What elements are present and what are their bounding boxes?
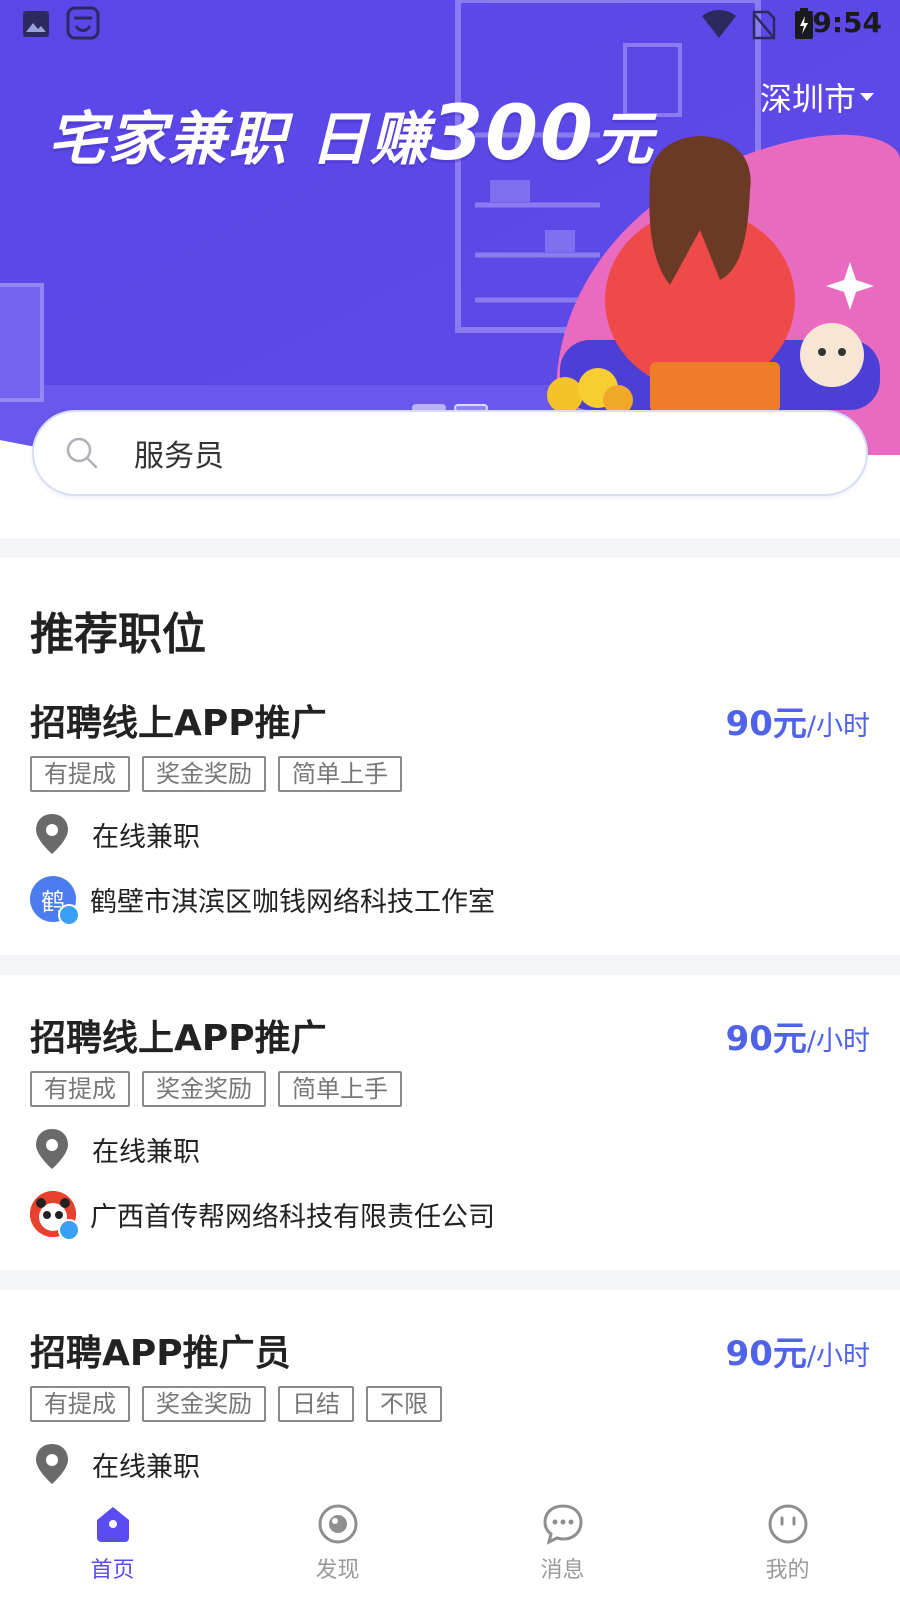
job-tag: 简单上手 bbox=[278, 756, 402, 792]
section-title: 推荐职位 bbox=[30, 609, 206, 660]
chevron-down-icon bbox=[860, 93, 874, 101]
wifi-icon bbox=[702, 10, 736, 38]
job-company[interactable]: 广西首传帮网络科技有限责任公司 bbox=[30, 1191, 495, 1241]
verified-badge-icon bbox=[58, 904, 80, 926]
job-tags: 有提成 奖金奖励 日结 不限 bbox=[30, 1386, 442, 1422]
job-tag: 不限 bbox=[366, 1386, 442, 1422]
banner-illustration bbox=[0, 0, 900, 470]
nav-label-profile: 我的 bbox=[765, 1558, 810, 1583]
status-time: 9:54 bbox=[812, 6, 882, 39]
job-location: 在线兼职 bbox=[30, 1127, 200, 1171]
discover-icon bbox=[318, 1504, 357, 1544]
city-label: 深圳市 bbox=[759, 80, 856, 118]
salary-amount: 90元 bbox=[725, 1334, 807, 1374]
nav-item-discover[interactable]: 发现 bbox=[225, 1484, 450, 1600]
nav-item-messages[interactable]: 消息 bbox=[450, 1484, 675, 1600]
nav-label-home: 首页 bbox=[90, 1558, 135, 1583]
home-screen: 9:54 深圳市 宅家兼职 日赚300元 服务员 推荐职位 招聘线上APP推广 … bbox=[0, 0, 900, 1600]
job-card[interactable]: 招聘线上APP推广 90元/小时 有提成 奖金奖励 简单上手 在线兼职 鹤 鹤壁… bbox=[0, 680, 900, 955]
gallery-icon bbox=[23, 11, 49, 37]
no-sim-icon bbox=[752, 10, 776, 40]
job-salary: 90元/小时 bbox=[726, 1011, 870, 1060]
section-divider bbox=[0, 1270, 900, 1290]
slogan-prefix: 宅家兼职 日赚 bbox=[48, 105, 431, 173]
job-tag: 有提成 bbox=[30, 1386, 130, 1422]
job-tag: 有提成 bbox=[30, 756, 130, 792]
nav-label-messages: 消息 bbox=[540, 1558, 585, 1583]
salary-unit: /小时 bbox=[806, 1026, 870, 1057]
company-name: 广西首传帮网络科技有限责任公司 bbox=[90, 1201, 495, 1233]
search-icon bbox=[66, 437, 98, 469]
bottom-nav: 首页 发现 消息 我的 bbox=[0, 1484, 900, 1600]
search-bar[interactable]: 服务员 bbox=[32, 410, 868, 496]
location-text: 在线兼职 bbox=[92, 821, 200, 853]
promo-banner[interactable]: 9:54 深圳市 宅家兼职 日赚300元 bbox=[0, 0, 900, 470]
company-avatar: 鹤 bbox=[30, 876, 80, 926]
profile-icon bbox=[768, 1504, 807, 1544]
slogan-number: 300 bbox=[430, 88, 595, 177]
slogan-suffix: 元 bbox=[594, 105, 655, 173]
app-notification-icon bbox=[66, 6, 100, 40]
home-icon bbox=[96, 1507, 129, 1542]
job-card[interactable]: 招聘线上APP推广 90元/小时 有提成 奖金奖励 简单上手 在线兼职 广西首传… bbox=[0, 995, 900, 1270]
job-tag: 日结 bbox=[278, 1386, 354, 1422]
message-icon bbox=[542, 1504, 583, 1545]
location-text: 在线兼职 bbox=[92, 1136, 200, 1168]
section-divider bbox=[0, 538, 900, 558]
section-divider bbox=[0, 955, 900, 975]
job-location: 在线兼职 bbox=[30, 1442, 200, 1486]
job-company[interactable]: 鹤 鹤壁市淇滨区咖钱网络科技工作室 bbox=[30, 876, 495, 926]
verified-badge-icon bbox=[58, 1219, 80, 1241]
job-tag: 奖金奖励 bbox=[142, 756, 266, 792]
job-salary: 90元/小时 bbox=[726, 1326, 870, 1375]
salary-unit: /小时 bbox=[806, 711, 870, 742]
job-tags: 有提成 奖金奖励 简单上手 bbox=[30, 1071, 402, 1107]
status-bar: 9:54 bbox=[0, 0, 900, 50]
location-pin-icon bbox=[36, 814, 68, 854]
salary-unit: /小时 bbox=[806, 1341, 870, 1372]
city-selector[interactable]: 深圳市 bbox=[760, 74, 874, 120]
location-text: 在线兼职 bbox=[92, 1451, 200, 1483]
banner-slogan: 宅家兼职 日赚300元 bbox=[48, 88, 655, 177]
salary-amount: 90元 bbox=[725, 704, 807, 744]
job-card[interactable]: 招聘APP推广员 90元/小时 有提成 奖金奖励 日结 不限 在线兼职 bbox=[0, 1310, 900, 1490]
job-title: 招聘线上APP推广 bbox=[30, 703, 327, 744]
nav-label-discover: 发现 bbox=[315, 1558, 360, 1583]
job-salary: 90元/小时 bbox=[726, 696, 870, 745]
nav-item-home[interactable]: 首页 bbox=[0, 1484, 225, 1600]
battery-icon bbox=[795, 8, 813, 39]
job-tag: 奖金奖励 bbox=[142, 1386, 266, 1422]
salary-amount: 90元 bbox=[725, 1019, 807, 1059]
job-tag: 奖金奖励 bbox=[142, 1071, 266, 1107]
nav-item-profile[interactable]: 我的 bbox=[675, 1484, 900, 1600]
location-pin-icon bbox=[36, 1444, 68, 1484]
job-tags: 有提成 奖金奖励 简单上手 bbox=[30, 756, 402, 792]
job-tag: 简单上手 bbox=[278, 1071, 402, 1107]
job-title: 招聘线上APP推广 bbox=[30, 1018, 327, 1059]
location-pin-icon bbox=[36, 1129, 68, 1169]
company-name: 鹤壁市淇滨区咖钱网络科技工作室 bbox=[90, 886, 495, 918]
job-location: 在线兼职 bbox=[30, 812, 200, 856]
company-avatar bbox=[30, 1191, 80, 1241]
job-title: 招聘APP推广员 bbox=[30, 1333, 291, 1374]
search-input[interactable]: 服务员 bbox=[134, 431, 224, 475]
job-tag: 有提成 bbox=[30, 1071, 130, 1107]
